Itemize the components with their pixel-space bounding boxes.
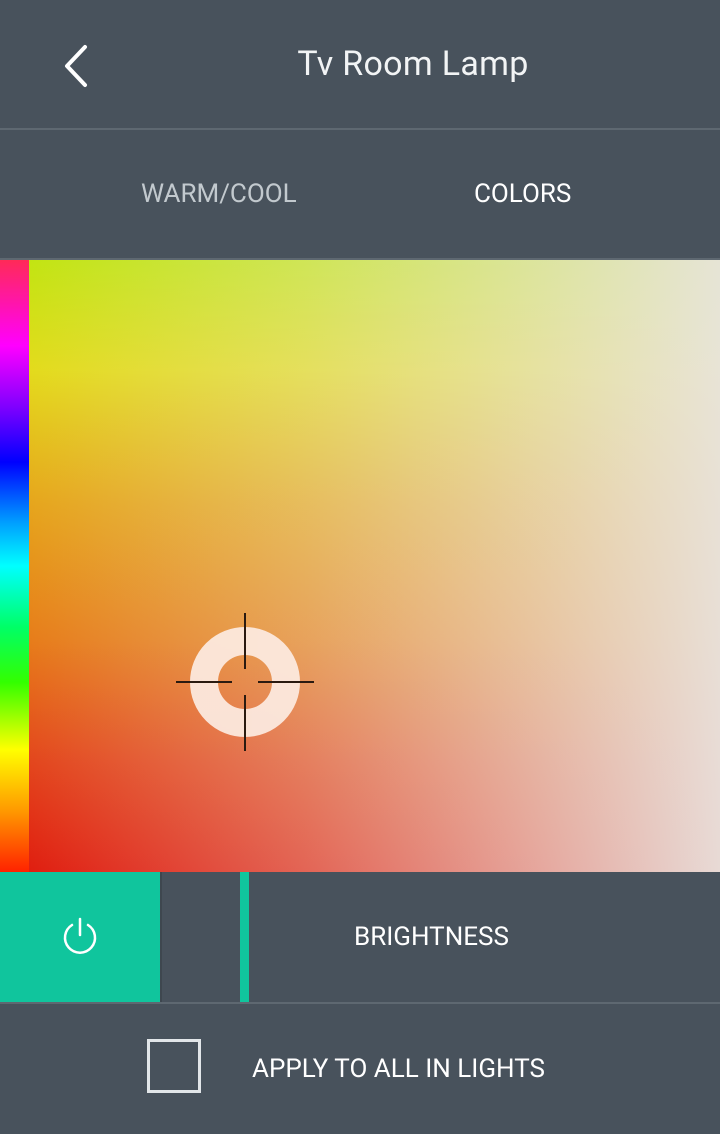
crosshair-line	[258, 681, 314, 683]
tab-colors[interactable]: COLORS	[474, 130, 571, 258]
tab-warm-cool[interactable]: WARM/COOL	[141, 130, 297, 258]
power-icon	[63, 917, 97, 954]
brightness-label: BRIGHTNESS	[354, 922, 509, 952]
brightness-handle[interactable]	[240, 872, 249, 1002]
power-button[interactable]	[0, 872, 162, 1002]
page-title: Tv Room Lamp	[297, 44, 529, 84]
crosshair-line	[176, 681, 232, 683]
control-bar: BRIGHTNESS	[0, 872, 720, 1004]
color-field[interactable]	[29, 260, 720, 872]
brightness-slider[interactable]: BRIGHTNESS	[162, 872, 720, 1002]
color-selector-crosshair[interactable]	[176, 613, 314, 751]
color-picker	[0, 260, 720, 872]
mode-tabs: WARM/COOL COLORS	[0, 130, 720, 260]
app-header: Tv Room Lamp	[0, 0, 720, 130]
apply-all-checkbox[interactable]	[147, 1039, 201, 1093]
crosshair-line	[244, 613, 246, 669]
crosshair-line	[244, 695, 246, 751]
hue-slider[interactable]	[0, 260, 29, 872]
apply-all-label: APPLY TO ALL IN LIGHTS	[252, 1054, 545, 1084]
apply-all-row: APPLY TO ALL IN LIGHTS	[0, 1004, 720, 1134]
